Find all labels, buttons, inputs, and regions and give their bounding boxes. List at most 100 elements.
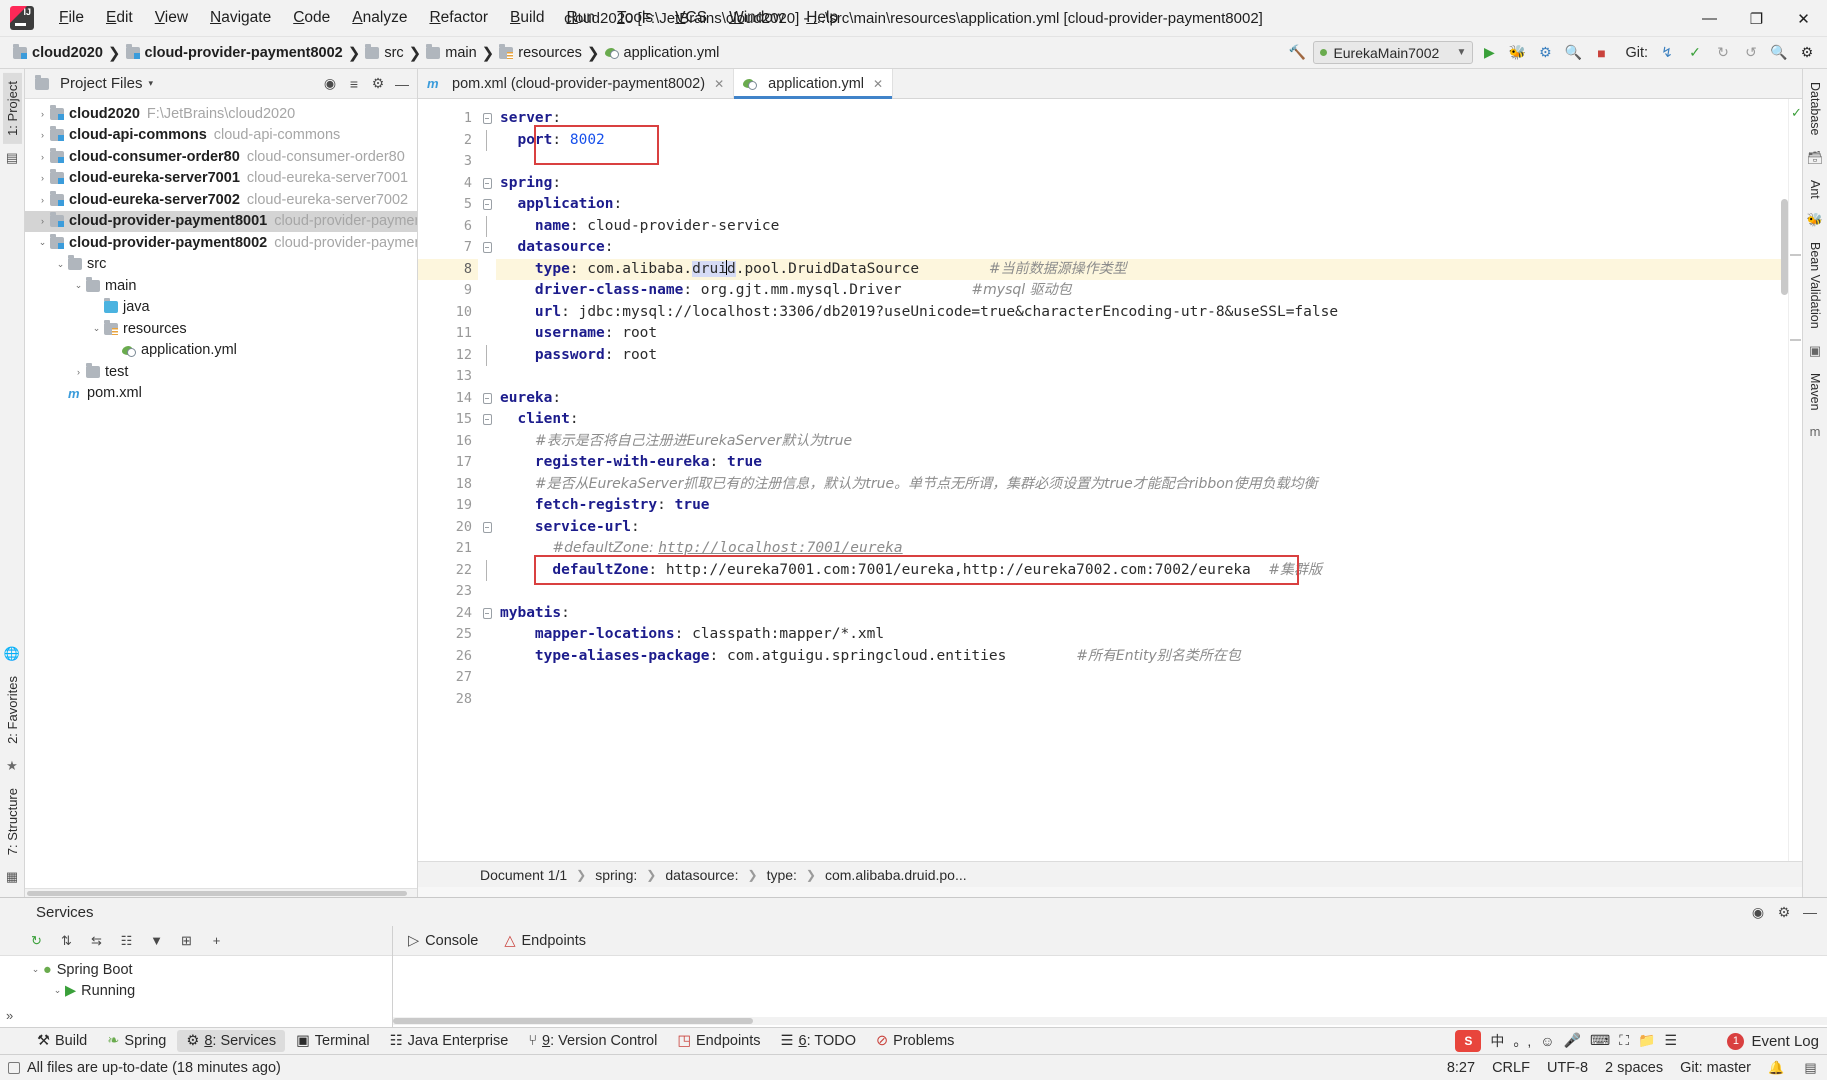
- add-icon[interactable]: +: [206, 930, 227, 951]
- tree-item-cloud-provider-payment8002[interactable]: ⌄cloud-provider-payment8002cloud-provide…: [25, 232, 417, 254]
- sidebar-item-favorites[interactable]: 2: Favorites: [3, 668, 22, 752]
- hide-icon[interactable]: —: [391, 73, 413, 95]
- chevron-right-icon[interactable]: ›: [35, 130, 50, 140]
- profile-icon[interactable]: 🔍: [1561, 41, 1585, 64]
- menu-item-edit[interactable]: Edit: [95, 6, 144, 30]
- debug-icon[interactable]: 🐝: [1505, 41, 1529, 64]
- menu-icon[interactable]: ☰: [1664, 1032, 1677, 1049]
- chevron-right-icon[interactable]: ›: [35, 152, 50, 162]
- line-separator[interactable]: CRLF: [1492, 1060, 1530, 1076]
- run-icon[interactable]: ▶: [1477, 41, 1501, 64]
- code-line[interactable]: [496, 581, 1788, 603]
- editor-tab-pom-xml[interactable]: mpom.xml (cloud-provider-payment8002)✕: [418, 69, 734, 98]
- services-tree[interactable]: ⌄●Spring Boot⌄▶Running»: [0, 956, 392, 1027]
- folder-icon[interactable]: 📁: [1638, 1032, 1655, 1049]
- tree-item-cloud-api-commons[interactable]: ›cloud-api-commonscloud-api-commons: [25, 125, 417, 147]
- coverage-icon[interactable]: ⚙: [1533, 41, 1557, 64]
- project-tree[interactable]: ›cloud2020F:\JetBrains\cloud2020›cloud-a…: [25, 99, 417, 888]
- code-line[interactable]: [496, 667, 1788, 689]
- fold-marker[interactable]: [478, 194, 496, 216]
- code-line[interactable]: spring:: [496, 173, 1788, 195]
- screenshot-icon[interactable]: ⛶: [1619, 1032, 1629, 1049]
- gear-icon[interactable]: ⚙: [367, 73, 389, 95]
- sidebar-item-maven[interactable]: Maven: [1806, 366, 1824, 418]
- keyboard-icon[interactable]: ⌨: [1590, 1032, 1610, 1049]
- ime-punct-label[interactable]: 。,: [1513, 1031, 1531, 1051]
- caret-position[interactable]: 8:27: [1447, 1060, 1475, 1076]
- fold-marker[interactable]: [478, 216, 496, 238]
- minimize-button[interactable]: —: [1686, 0, 1733, 37]
- code-line[interactable]: password: root: [496, 345, 1788, 367]
- chevron-down-icon[interactable]: ⌄: [71, 280, 86, 291]
- menu-item-navigate[interactable]: Navigate: [199, 6, 282, 30]
- chevron-down-icon[interactable]: ⌄: [53, 259, 68, 270]
- code-line[interactable]: service-url:: [496, 517, 1788, 539]
- menu-item-analyze[interactable]: Analyze: [341, 6, 418, 30]
- close-icon[interactable]: ✕: [873, 77, 883, 91]
- close-button[interactable]: ✕: [1780, 0, 1827, 37]
- code-line[interactable]: application:: [496, 194, 1788, 216]
- code-line[interactable]: defaultZone: http://eureka7001.com:7001/…: [496, 560, 1788, 582]
- editor-breadcrumb-item[interactable]: com.alibaba.druid.po...: [825, 867, 967, 883]
- fold-marker[interactable]: [478, 560, 496, 582]
- chevron-down-icon[interactable]: ⌄: [35, 237, 50, 248]
- tree-item-test[interactable]: ›test: [25, 361, 417, 383]
- collapse-all-icon[interactable]: ⇆: [86, 930, 107, 951]
- code-line[interactable]: port: 8002: [496, 130, 1788, 152]
- fold-marker[interactable]: [478, 237, 496, 259]
- tool-window-button-8-services[interactable]: ⚙8: Services: [177, 1030, 285, 1052]
- ant-icon[interactable]: 🐝: [1807, 212, 1823, 228]
- editor-breadcrumb-item[interactable]: spring:: [595, 867, 637, 883]
- fold-collapse-icon[interactable]: [483, 393, 492, 404]
- commit-icon[interactable]: ✓: [1683, 41, 1707, 64]
- sidebar-item-bean-validation[interactable]: Bean Validation: [1806, 235, 1824, 336]
- hide-icon[interactable]: —: [1799, 901, 1821, 923]
- tool-window-button-spring[interactable]: ❧Spring: [98, 1030, 175, 1052]
- sidebar-item-project[interactable]: 1: Project: [3, 73, 22, 144]
- filter-icon[interactable]: ▼: [146, 930, 167, 951]
- menu-item-build[interactable]: Build: [499, 6, 555, 30]
- fold-collapse-icon[interactable]: [483, 242, 492, 253]
- sidebar-item-database[interactable]: Database: [1806, 75, 1824, 143]
- fold-marker[interactable]: [478, 517, 496, 539]
- menu-item-tools[interactable]: Tools: [606, 6, 664, 30]
- fold-marker[interactable]: [478, 173, 496, 195]
- layout-icon[interactable]: ▤: [1802, 1059, 1819, 1076]
- tab-endpoints[interactable]: △ Endpoints: [499, 931, 591, 951]
- code-line[interactable]: client:: [496, 409, 1788, 431]
- code-line[interactable]: eureka:: [496, 388, 1788, 410]
- maven-icon[interactable]: m: [1810, 424, 1821, 439]
- tree-item-cloud-consumer-order80[interactable]: ›cloud-consumer-order80cloud-consumer-or…: [25, 146, 417, 168]
- menu-bar[interactable]: FileEditViewNavigateCodeAnalyzeRefactorB…: [48, 6, 849, 30]
- fold-collapse-icon[interactable]: [483, 522, 492, 533]
- chevron-right-icon[interactable]: ›: [35, 173, 50, 183]
- services-overflow-button[interactable]: »: [6, 1008, 13, 1023]
- fold-collapse-icon[interactable]: [483, 113, 492, 124]
- rollback-icon[interactable]: ↺: [1739, 41, 1763, 64]
- fold-marker[interactable]: [478, 388, 496, 410]
- code-folding-gutter[interactable]: [478, 99, 496, 861]
- editor-vscrollbar[interactable]: [1781, 199, 1788, 295]
- code-line[interactable]: #表示是否将自己注册进EurekaServer默认为true: [496, 431, 1788, 453]
- tool-window-button-6-todo[interactable]: ☰6: TODO: [772, 1030, 866, 1052]
- tree-item-resources[interactable]: ⌄resources: [25, 318, 417, 340]
- chevron-right-icon[interactable]: ›: [71, 367, 86, 377]
- chevron-down-icon[interactable]: ▾: [149, 78, 154, 89]
- project-structure-icon[interactable]: ▤: [6, 150, 18, 166]
- close-icon[interactable]: ✕: [714, 77, 724, 91]
- locate-icon[interactable]: ◉: [319, 73, 341, 95]
- expand-all-icon[interactable]: ⇅: [56, 930, 77, 951]
- tool-window-button-9-version-control[interactable]: ⑂9: Version Control: [519, 1030, 666, 1052]
- code-line[interactable]: register-with-eureka: true: [496, 452, 1788, 474]
- menu-item-vcs[interactable]: VCS: [664, 6, 718, 30]
- editor-hscrollbar[interactable]: [418, 887, 1802, 897]
- tree-item-main[interactable]: ⌄main: [25, 275, 417, 297]
- code-line[interactable]: type: com.alibaba.druid.pool.DruidDataSo…: [496, 259, 1788, 281]
- maximize-button[interactable]: ❐: [1733, 0, 1780, 37]
- services-tree-item-running[interactable]: ⌄▶Running: [0, 980, 392, 1001]
- gear-icon[interactable]: ⚙: [1795, 41, 1819, 64]
- error-stripe-marker-bar[interactable]: ✓: [1788, 99, 1802, 861]
- code-line[interactable]: #defaultZone: http://localhost:7001/eure…: [496, 538, 1788, 560]
- editor-breadcrumb-item[interactable]: type:: [767, 867, 797, 883]
- gear-icon[interactable]: ⚙: [1773, 901, 1795, 923]
